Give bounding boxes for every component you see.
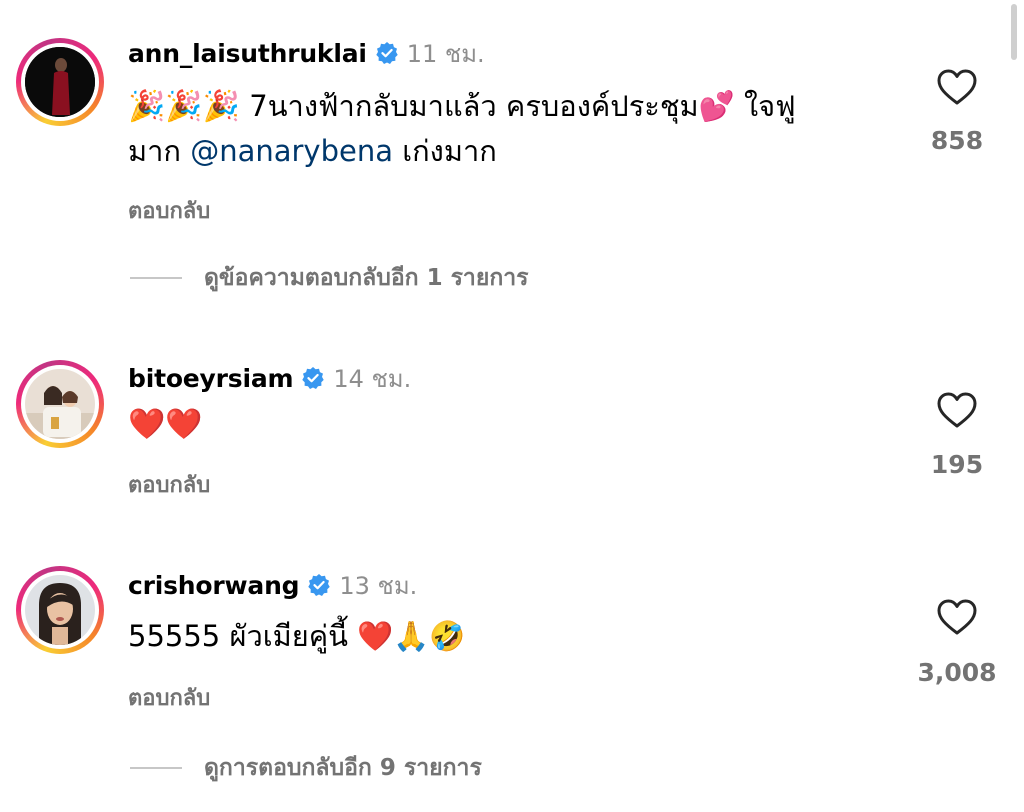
comment-text-line-2: มาก [128,134,191,168]
heart-outline-icon[interactable] [936,598,978,636]
reply-button[interactable]: ตอบกลับ [128,467,210,502]
view-more-replies-button[interactable]: ดูข้อความตอบกลับอีก 1 รายการ [130,263,529,293]
verified-badge-icon [302,367,325,389]
comment-time: 13 ชม. [339,571,418,600]
mention-link[interactable]: @nanarybena [190,134,393,168]
divider-line [130,767,182,769]
avatar[interactable] [16,38,104,126]
verified-badge-icon [308,574,331,596]
view-more-replies-label[interactable]: ดูข้อความตอบกลับอีก 1 รายการ [204,260,529,296]
like-count: 3,008 [917,658,997,687]
view-more-replies-label[interactable]: ดูการตอบกลับอีก 9 รายการ [204,750,482,786]
comment-text-line-2-end: เก่งมาก [392,134,497,168]
comment-time: 14 ชม. [333,364,412,393]
username-link[interactable]: crishorwang [128,571,300,600]
comment-text: 55555 ผัวเมียคู่นี้ ❤️🙏🤣 [128,619,466,653]
heart-outline-icon[interactable] [936,391,978,429]
party-emoji: 🎉🎉🎉 [128,89,241,124]
verified-badge-icon [376,42,398,64]
reply-button[interactable]: ตอบกลับ [128,193,210,228]
divider-line [130,277,182,279]
comment-header: bitoeyrsiam 14 ชม. [128,361,411,395]
heart-outline-icon[interactable] [936,68,978,106]
username-link[interactable]: ann_laisuthruklai [128,39,367,68]
heart-emoji: ❤️❤️ [128,407,203,442]
comment-header: crishorwang 13 ชม. [128,568,417,602]
scrollbar[interactable] [1011,4,1017,60]
comment-text: 🎉🎉🎉 7นางฟ้ากลับมาแล้ว ครบองค์ประชุม💕 ใจฟ… [128,84,918,173]
view-more-replies-button[interactable]: ดูการตอบกลับอีก 9 รายการ [130,753,482,783]
comment-text: ❤️❤️ [128,402,918,447]
reply-button[interactable]: ตอบกลับ [128,680,210,715]
avatar[interactable] [16,360,104,448]
comment-time: 11 ชม. [406,39,485,68]
like-count: 858 [930,126,984,155]
like-count: 195 [930,450,984,479]
comment-text-line-1: 7นางฟ้ากลับมาแล้ว ครบองค์ประชุม💕 ใจฟู [240,89,796,123]
avatar[interactable] [16,566,104,654]
username-link[interactable]: bitoeyrsiam [128,364,294,393]
comment-header: ann_laisuthruklai 11 ชม. [128,36,485,70]
